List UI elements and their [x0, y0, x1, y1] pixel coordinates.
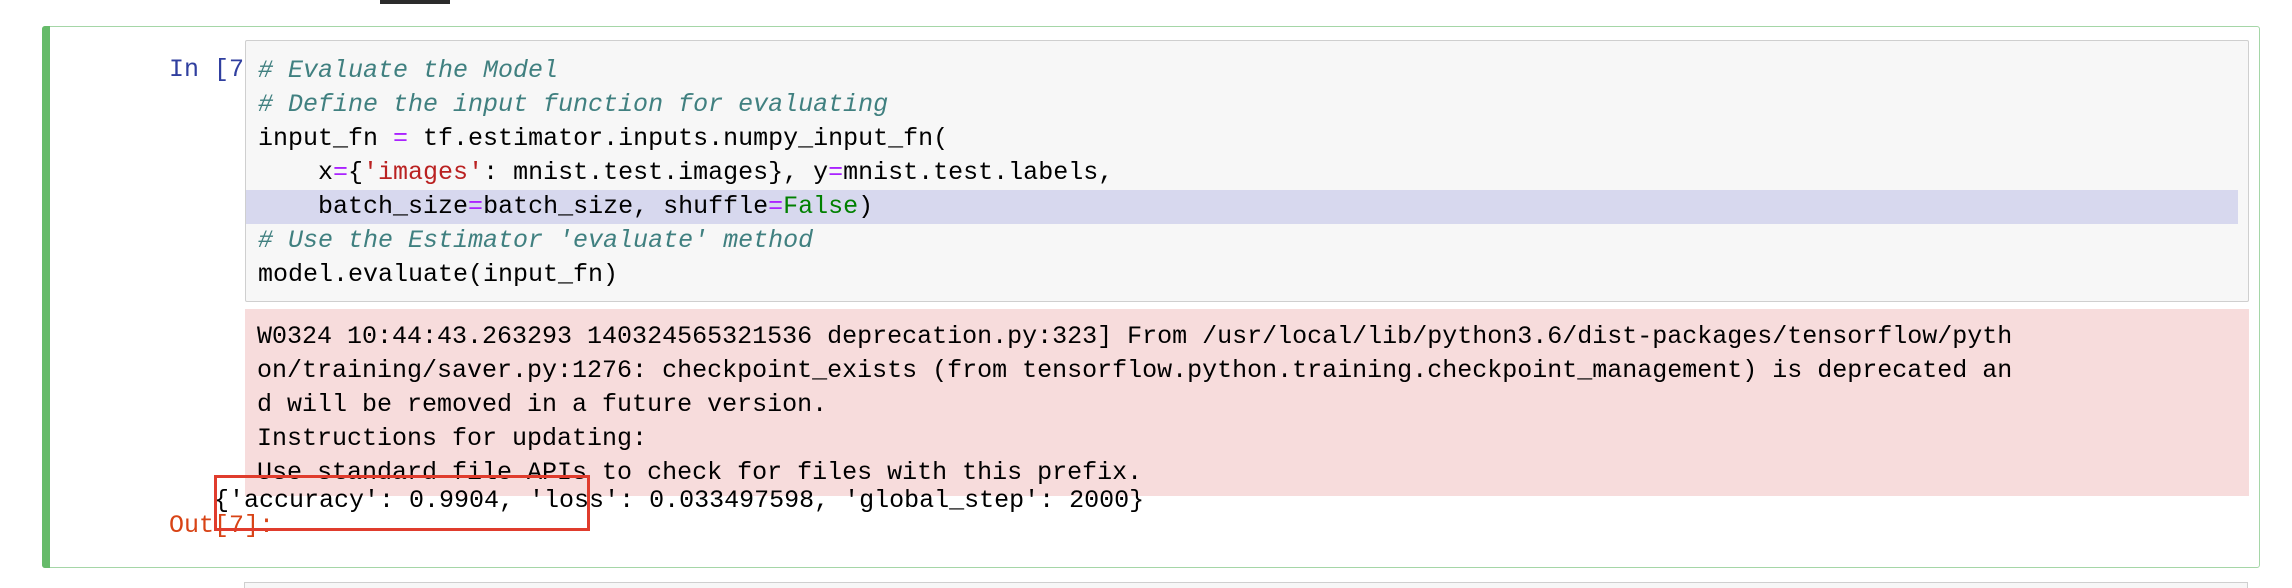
code-token: batch_size, shuffle: [483, 192, 769, 221]
code-token: batch_size: [258, 192, 469, 221]
code-token: : mnist.test.images}, y: [483, 158, 829, 187]
code-token: # Evaluate the Model: [258, 56, 559, 85]
code-token: 'images': [363, 158, 484, 187]
code-line[interactable]: # Use the Estimator 'evaluate' method: [246, 224, 2248, 258]
code-line[interactable]: # Define the input function for evaluati…: [246, 88, 2248, 122]
code-token: ): [858, 192, 874, 221]
code-line[interactable]: model.evaluate(input_fn): [246, 258, 2248, 292]
next-cell-edge: [244, 582, 2248, 588]
code-line[interactable]: input_fn = tf.estimator.inputs.numpy_inp…: [246, 122, 2248, 156]
cell-selection-bar: [42, 26, 50, 568]
previous-cell-edge: [380, 0, 450, 4]
code-token: =: [393, 124, 409, 153]
code-token: =: [828, 158, 844, 187]
code-token: # Define the input function for evaluati…: [258, 90, 889, 119]
stderr-line: W0324 10:44:43.263293 140324565321536 de…: [257, 322, 2013, 351]
code-token: mnist.test.labels,: [843, 158, 1114, 187]
code-line[interactable]: # Evaluate the Model: [246, 54, 2248, 88]
code-editor[interactable]: # Evaluate the Model # Define the input f…: [245, 40, 2249, 302]
code-line[interactable]: x={'images': mnist.test.images}, y=mnist…: [246, 156, 2248, 190]
code-token: input_fn: [258, 124, 394, 153]
code-line-active[interactable]: batch_size=batch_size, shuffle=False): [246, 190, 2238, 224]
stderr-line: Instructions for updating:: [257, 424, 648, 453]
stderr-output: W0324 10:44:43.263293 140324565321536 de…: [245, 309, 2249, 496]
code-token: x: [258, 158, 334, 187]
code-token: # Use the Estimator 'evaluate' method: [258, 226, 814, 255]
code-token: model.evaluate(input_fn): [258, 260, 619, 289]
code-token: False: [783, 192, 859, 221]
code-token: =: [333, 158, 349, 187]
notebook-page: In [7]: # Evaluate the Model # Define the…: [0, 0, 2292, 588]
code-token: tf.estimator.inputs.numpy_input_fn(: [408, 124, 949, 153]
code-token: =: [468, 192, 484, 221]
code-token: =: [768, 192, 784, 221]
accuracy-highlight-box: [214, 475, 590, 531]
stderr-line: d will be removed in a future version.: [257, 390, 828, 419]
code-token: {: [348, 158, 364, 187]
stderr-line: on/training/saver.py:1276: checkpoint_ex…: [257, 356, 2013, 385]
